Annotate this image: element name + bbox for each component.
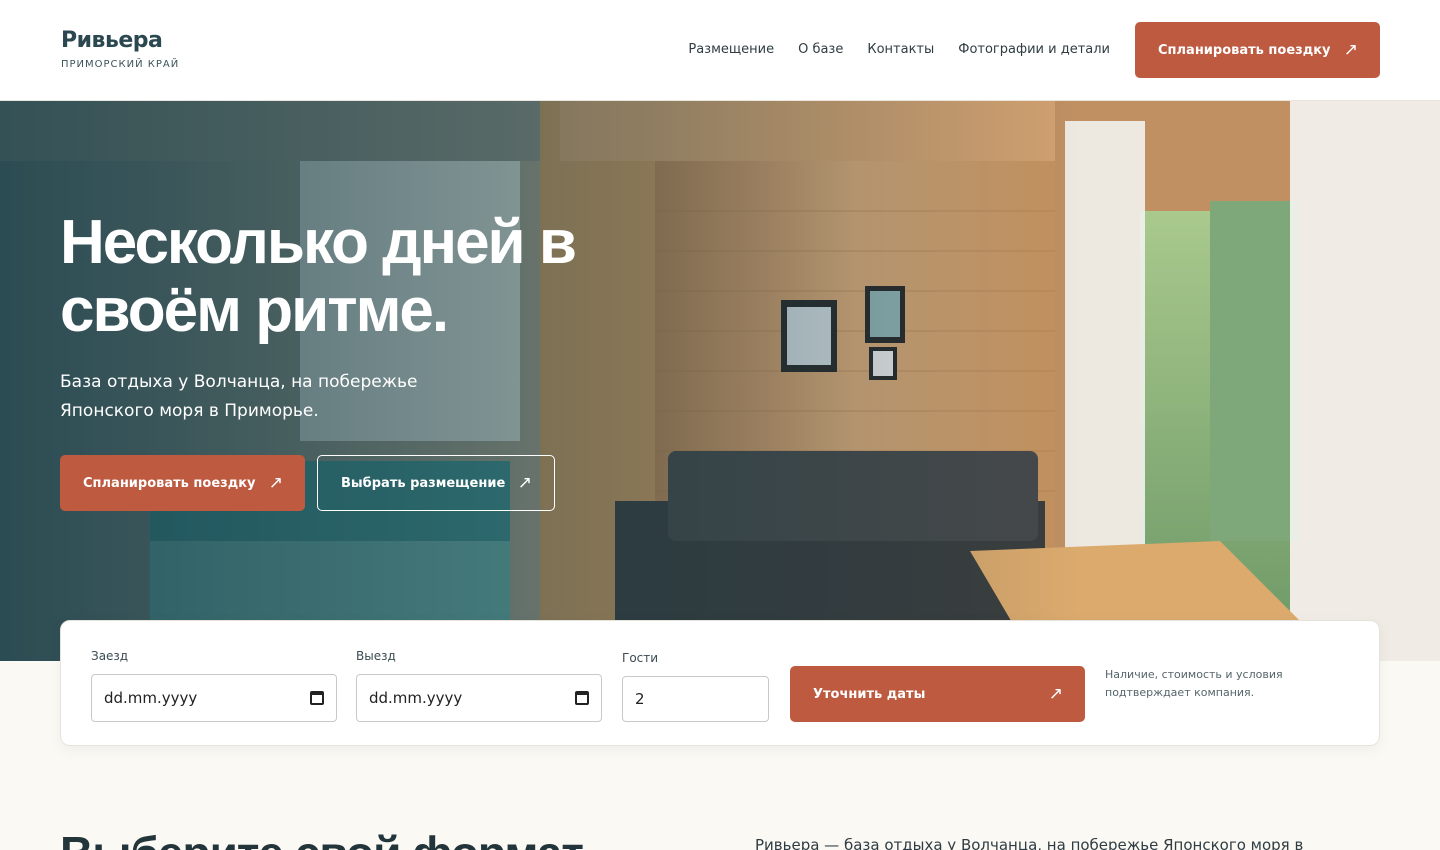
section-title: Выберите свой формат	[60, 826, 584, 850]
main-nav: Размещение О базе Контакты Фотографии и …	[688, 40, 1110, 60]
check-dates-button[interactable]: Уточнить даты ↗	[790, 666, 1085, 722]
nav-link-photos[interactable]: Фотографии и детали	[958, 40, 1110, 60]
calendar-icon[interactable]	[575, 691, 589, 705]
arrow-up-right-icon: ↗	[1343, 40, 1358, 60]
logo[interactable]: Ривьера ПРИМОРСКИЙ КРАЙ	[61, 26, 179, 72]
arrow-up-right-icon: ↗	[268, 473, 283, 493]
logo-subtitle: ПРИМОРСКИЙ КРАЙ	[61, 59, 180, 70]
arrow-up-right-icon: ↗	[517, 473, 532, 493]
header-plan-trip-button[interactable]: Спланировать поездку ↗	[1135, 22, 1380, 78]
hero-subtitle: База отдыха у Волчанца, на побережье Япо…	[60, 372, 418, 421]
checkin-label: Заезд	[91, 649, 129, 663]
guests-value: 2	[635, 690, 645, 708]
booking-note: Наличие, стоимость и условия подтверждае…	[1105, 668, 1283, 699]
nav-link-accommodation[interactable]: Размещение	[688, 40, 774, 60]
check-dates-label: Уточнить даты	[813, 686, 926, 702]
checkin-date-input[interactable]: dd.mm.yyyy	[91, 674, 337, 722]
guests-input[interactable]: 2	[622, 676, 769, 722]
checkout-label: Выезд	[356, 649, 396, 663]
logo-name: Ривьера	[61, 28, 163, 53]
hero-title: Несколько дней в своём ритме.	[60, 208, 577, 345]
nav-link-about[interactable]: О базе	[798, 40, 843, 60]
hero-plan-trip-label: Спланировать поездку	[83, 475, 256, 491]
hero-choose-accommodation-button[interactable]: Выбрать размещение ↗	[317, 455, 555, 511]
hero-plan-trip-button[interactable]: Спланировать поездку ↗	[60, 455, 305, 511]
hero-choose-accommodation-label: Выбрать размещение	[341, 475, 506, 491]
checkout-date-input[interactable]: dd.mm.yyyy	[356, 674, 602, 722]
nav-link-contacts[interactable]: Контакты	[867, 40, 934, 60]
booking-form: Заезд dd.mm.yyyy Выезд dd.mm.yyyy Гости …	[60, 620, 1380, 746]
header-plan-trip-label: Спланировать поездку	[1158, 42, 1331, 58]
arrow-up-right-icon: ↗	[1048, 684, 1063, 704]
guests-label: Гости	[622, 651, 659, 665]
section-intro: Ривьера — база отдыха у Волчанца, на поб…	[755, 836, 1304, 850]
site-header: Ривьера ПРИМОРСКИЙ КРАЙ Размещение О баз…	[0, 0, 1440, 101]
calendar-icon[interactable]	[310, 691, 324, 705]
checkout-placeholder: dd.mm.yyyy	[369, 689, 463, 707]
checkin-placeholder: dd.mm.yyyy	[104, 689, 198, 707]
hero-section: Несколько дней в своём ритме. База отдых…	[0, 101, 1440, 661]
